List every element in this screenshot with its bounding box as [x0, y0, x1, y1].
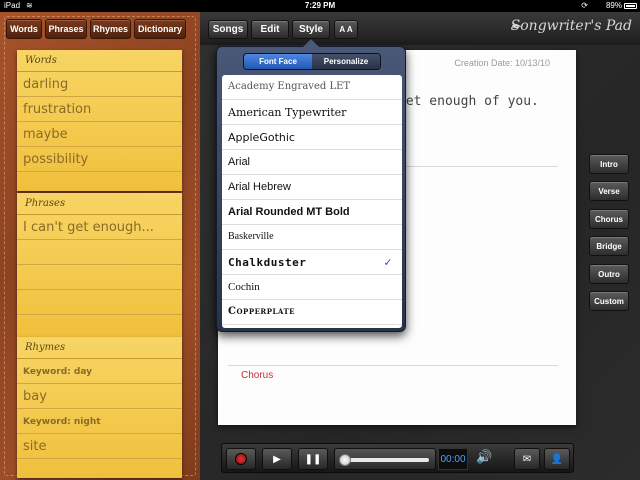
pause-icon: ❚❚	[304, 453, 322, 465]
playback-slider[interactable]	[334, 448, 436, 470]
font-option[interactable]: Arial Hebrew	[222, 175, 402, 200]
list-item[interactable]: site	[17, 434, 182, 459]
app-brand: Songwriter's Pad	[510, 18, 632, 34]
app-root: iPad ≋ 7:29 PM ⟳ 89% Words Phrases Rhyme…	[0, 0, 640, 480]
phrases-card[interactable]: Phrases I can't get enough...	[17, 193, 182, 337]
play-icon: ▶	[273, 453, 281, 465]
font-option-label: Chalkduster	[228, 256, 307, 269]
sidebar-tabs: Words Phrases Rhymes Dictionary	[6, 19, 196, 41]
envelope-icon: ✉	[522, 453, 532, 465]
tab-words[interactable]: Words	[6, 19, 42, 39]
creation-date: Creation Date: 10/13/10	[454, 58, 550, 68]
chorus-section-label[interactable]: Chorus	[241, 370, 273, 381]
text-size-button[interactable]: A A	[334, 20, 358, 39]
font-option-label: Arial Hebrew	[228, 181, 291, 193]
font-option[interactable]: Baskerville	[222, 225, 402, 250]
play-button[interactable]: ▶	[262, 448, 292, 470]
font-option-label: Academy Engraved LET	[228, 81, 351, 92]
time-counter: 00:00	[438, 448, 468, 470]
edit-button[interactable]: Edit	[251, 20, 289, 39]
rotation-lock-icon: ⟳	[581, 1, 588, 10]
battery-icon	[624, 3, 637, 9]
record-button[interactable]	[226, 448, 256, 470]
email-button[interactable]: ✉	[514, 448, 540, 470]
chorus-button[interactable]: Chorus	[589, 209, 629, 229]
tab-personalize[interactable]: Personalize	[312, 54, 380, 69]
phrases-card-title: Phrases	[17, 193, 182, 215]
checkmark-icon: ✓	[384, 255, 392, 269]
list-item[interactable]: bay	[17, 384, 182, 409]
font-option[interactable]: Arial Rounded MT Bold	[222, 200, 402, 225]
record-icon	[235, 453, 247, 465]
verse-button[interactable]: Verse	[589, 181, 629, 201]
rhyme-keyword: Keyword: day	[17, 359, 182, 384]
lyric-line[interactable]: get enough of you.	[398, 94, 539, 109]
pause-button[interactable]: ❚❚	[298, 448, 328, 470]
battery-percent: 89%	[605, 1, 622, 10]
list-item[interactable]: darling	[17, 72, 182, 97]
popover-arrow	[303, 39, 319, 47]
slider-track	[343, 458, 429, 462]
font-option[interactable]: American Typewriter	[222, 100, 402, 125]
bridge-button[interactable]: Bridge	[589, 236, 629, 256]
list-item[interactable]: frustration	[17, 97, 182, 122]
sidebar: Words Phrases Rhymes Dictionary Words da…	[0, 12, 200, 480]
list-item[interactable]: possibility	[17, 147, 182, 172]
words-card[interactable]: Words darling frustration maybe possibil…	[17, 50, 182, 197]
list-item-empty[interactable]	[17, 290, 182, 315]
font-option-label: American Typewriter	[228, 106, 347, 119]
words-card-title: Words	[17, 50, 182, 72]
style-popover: Font Face Personalize Academy Engraved L…	[216, 39, 406, 332]
font-option-selected[interactable]: Chalkduster ✓	[222, 250, 402, 275]
font-option[interactable]: Academy Engraved LET	[222, 75, 402, 100]
tab-rhymes[interactable]: Rhymes	[90, 19, 131, 39]
list-item-empty[interactable]	[17, 240, 182, 265]
clock: 7:29 PM	[304, 1, 336, 10]
font-option[interactable]: Cochin	[222, 275, 402, 300]
playback-bar: ▶ ❚❚ 00:00 🔊 ✉ 👤	[221, 443, 574, 473]
list-item[interactable]: maybe	[17, 122, 182, 147]
tab-phrases[interactable]: Phrases	[45, 19, 87, 39]
font-list[interactable]: Academy Engraved LET American Typewriter…	[222, 75, 402, 328]
rhymes-card-title: Rhymes	[17, 337, 182, 359]
slider-knob[interactable]	[339, 454, 351, 466]
rhyme-keyword: Keyword: night	[17, 409, 182, 434]
font-option[interactable]: AppleGothic	[222, 125, 402, 150]
songs-button[interactable]: Songs	[208, 20, 248, 39]
volume-icon[interactable]: 🔊	[476, 449, 492, 465]
rhymes-card[interactable]: Rhymes Keyword: day bay Keyword: night s…	[17, 337, 182, 478]
font-option[interactable]: Copperplate	[222, 300, 402, 325]
section-divider	[228, 365, 558, 366]
tab-font-face[interactable]: Font Face	[244, 54, 312, 69]
font-option-label: Cochin	[228, 281, 260, 293]
style-segmented-control: Font Face Personalize	[243, 53, 381, 70]
contact-button[interactable]: 👤	[544, 448, 570, 470]
font-option-label: Baskerville	[228, 231, 274, 242]
intro-button[interactable]: Intro	[589, 154, 629, 174]
font-option[interactable]: Arial	[222, 150, 402, 175]
style-button[interactable]: Style	[292, 20, 330, 39]
main-toolbar: Songs Edit Style A A ✒ Songwriter's Pad	[200, 12, 640, 45]
person-icon: 👤	[550, 453, 564, 465]
list-item-empty[interactable]	[17, 265, 182, 290]
font-option-label: Arial	[228, 156, 251, 168]
font-option-label: AppleGothic	[228, 131, 295, 144]
custom-button[interactable]: Custom	[589, 291, 629, 311]
font-option-label: Copperplate	[228, 306, 296, 317]
outro-button[interactable]: Outro	[589, 264, 629, 284]
status-bar: iPad ≋ 7:29 PM ⟳ 89%	[0, 0, 640, 12]
tab-dictionary[interactable]: Dictionary	[134, 19, 186, 39]
list-item[interactable]: I can't get enough...	[17, 215, 182, 240]
font-option-label: Arial Rounded MT Bold	[228, 206, 350, 218]
